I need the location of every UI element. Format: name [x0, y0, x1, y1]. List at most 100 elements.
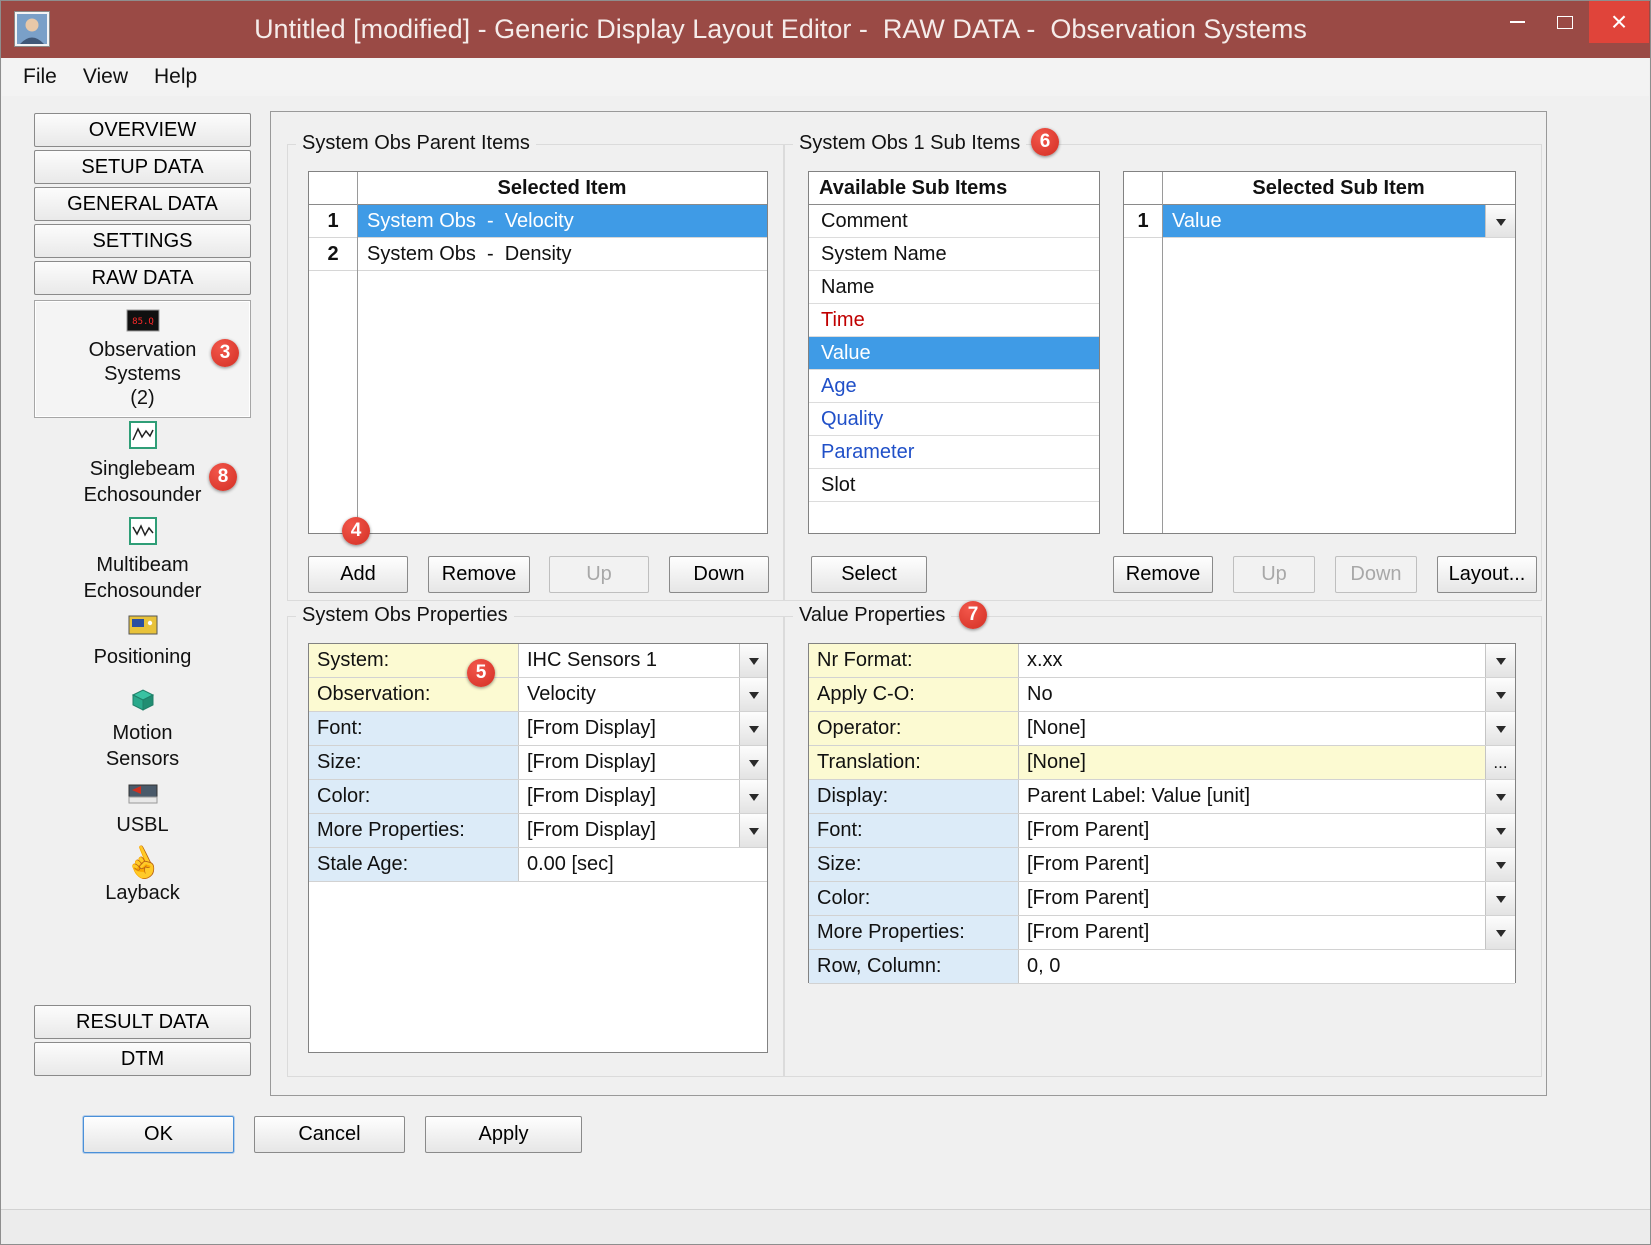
apply-button[interactable]: Apply — [425, 1116, 582, 1153]
row-label[interactable]: System Obs - Density — [357, 238, 767, 270]
menu-file[interactable]: File — [10, 58, 70, 96]
dropdown-button[interactable] — [1485, 712, 1515, 745]
table-row[interactable]: 1 System Obs - Velocity — [309, 205, 767, 238]
window-bottom-edge — [1, 1209, 1650, 1244]
list-item[interactable]: Quality — [809, 403, 1099, 436]
property-value[interactable]: No — [1019, 678, 1485, 711]
property-row: Nr Format: x.xx — [809, 644, 1515, 678]
list-item[interactable]: System Name — [809, 238, 1099, 271]
dropdown-button[interactable] — [1485, 814, 1515, 847]
dropdown-button[interactable] — [1485, 780, 1515, 813]
list-item[interactable]: Comment — [809, 205, 1099, 238]
property-value[interactable]: [From Parent] — [1019, 848, 1485, 881]
cancel-button[interactable]: Cancel — [254, 1116, 405, 1153]
up-button[interactable]: Up — [549, 556, 649, 593]
property-row: Operator: [None] — [809, 712, 1515, 746]
chevron-down-icon — [749, 726, 759, 738]
maximize-button[interactable] — [1541, 1, 1589, 43]
property-value[interactable]: 0, 0 — [1019, 950, 1515, 983]
dropdown-button[interactable] — [739, 644, 767, 677]
sidebar-tab-raw-data[interactable]: RAW DATA — [34, 261, 251, 295]
ok-button[interactable]: OK — [83, 1116, 234, 1153]
sidebar-item-label: Singlebeam — [90, 457, 196, 481]
list-item[interactable]: Parameter — [809, 436, 1099, 469]
app-icon — [14, 11, 50, 47]
column-header: Selected Item — [357, 172, 767, 204]
property-label: Nr Format: — [809, 644, 1019, 677]
property-label: Font: — [809, 814, 1019, 847]
close-button[interactable]: × — [1589, 1, 1649, 43]
list-item[interactable]: Age — [809, 370, 1099, 403]
table-row[interactable]: 1 Value — [1124, 205, 1515, 238]
property-value[interactable]: Parent Label: Value [unit] — [1019, 780, 1485, 813]
property-value[interactable]: [None] — [1019, 746, 1485, 779]
sidebar-item-multibeam-echosounder[interactable]: Multibeam Echosounder — [34, 517, 251, 603]
property-value[interactable]: [From Display] — [519, 746, 739, 779]
sidebar-item-motion-sensors[interactable]: Motion Sensors — [34, 687, 251, 771]
table-row[interactable]: 2 System Obs - Density — [309, 238, 767, 271]
main-panel: System Obs Parent Items Selected Item 1 … — [270, 111, 1547, 1096]
ellipsis-button[interactable]: ... — [1485, 746, 1515, 779]
down-sub-button[interactable]: Down — [1335, 556, 1417, 593]
dropdown-button[interactable] — [1485, 916, 1515, 949]
row-label[interactable]: System Obs - Velocity — [357, 205, 767, 237]
dropdown-button[interactable] — [739, 780, 767, 813]
list-item[interactable]: Value — [809, 337, 1099, 370]
property-value[interactable]: [From Parent] — [1019, 814, 1485, 847]
property-row: Font: [From Display] — [309, 712, 767, 746]
property-value[interactable]: IHC Sensors 1 — [519, 644, 739, 677]
singlebeam-echosounder-icon — [129, 421, 157, 455]
property-value[interactable]: Velocity — [519, 678, 739, 711]
property-value[interactable]: [From Parent] — [1019, 916, 1485, 949]
property-value[interactable]: 0.00 [sec] — [519, 848, 767, 881]
dropdown-button[interactable] — [739, 712, 767, 745]
dropdown-button[interactable] — [1485, 882, 1515, 915]
dropdown-button[interactable] — [739, 746, 767, 779]
sidebar-item-positioning[interactable]: Positioning — [34, 613, 251, 669]
group-title: System Obs Parent Items — [296, 132, 536, 155]
property-label: Translation: — [809, 746, 1019, 779]
dropdown-button[interactable] — [739, 678, 767, 711]
remove-button[interactable]: Remove — [428, 556, 530, 593]
property-row: Observation: Velocity — [309, 678, 767, 712]
row-number: 2 — [309, 238, 357, 270]
property-value[interactable]: [From Display] — [519, 814, 739, 847]
list-item[interactable]: Slot — [809, 469, 1099, 502]
sidebar-tab-settings[interactable]: SETTINGS — [34, 224, 251, 258]
row-label[interactable]: Value — [1162, 205, 1485, 237]
property-value[interactable]: [From Display] — [519, 780, 739, 813]
menu-help[interactable]: Help — [141, 58, 210, 96]
dropdown-button[interactable] — [739, 814, 767, 847]
sidebar-tab-result-data[interactable]: RESULT DATA — [34, 1005, 251, 1039]
select-button[interactable]: Select — [811, 556, 927, 593]
value-properties-grid: Nr Format: x.xx Apply C-O: No Operator: … — [808, 643, 1516, 983]
sidebar-item-usbl[interactable]: USBL — [34, 783, 251, 837]
down-button[interactable]: Down — [669, 556, 769, 593]
dropdown-button[interactable] — [1485, 644, 1515, 677]
property-value[interactable]: [None] — [1019, 712, 1485, 745]
sidebar-tab-general-data[interactable]: GENERAL DATA — [34, 187, 251, 221]
remove-sub-button[interactable]: Remove — [1113, 556, 1213, 593]
property-label: More Properties: — [309, 814, 519, 847]
chevron-down-icon — [1496, 828, 1506, 840]
sidebar-tab-dtm[interactable]: DTM — [34, 1042, 251, 1076]
dropdown-button[interactable] — [1485, 848, 1515, 881]
sidebar-tab-setup-data[interactable]: SETUP DATA — [34, 150, 251, 184]
property-value[interactable]: [From Display] — [519, 712, 739, 745]
group-obs-properties: System Obs Properties System: IHC Sensor… — [287, 616, 784, 1077]
add-button[interactable]: Add — [308, 556, 408, 593]
dropdown-button[interactable] — [1485, 205, 1515, 237]
list-item[interactable]: Time — [809, 304, 1099, 337]
menu-view[interactable]: View — [70, 58, 141, 96]
up-sub-button[interactable]: Up — [1233, 556, 1315, 593]
close-icon: × — [1611, 1, 1627, 43]
minimize-button[interactable] — [1493, 1, 1541, 43]
minimize-icon — [1510, 21, 1525, 23]
sidebar-tab-overview[interactable]: OVERVIEW — [34, 113, 251, 147]
sidebar-item-layback[interactable]: ☝ Layback — [34, 849, 251, 905]
list-item[interactable]: Name — [809, 271, 1099, 304]
property-value[interactable]: x.xx — [1019, 644, 1485, 677]
property-value[interactable]: [From Parent] — [1019, 882, 1485, 915]
dropdown-button[interactable] — [1485, 678, 1515, 711]
layout-button[interactable]: Layout... — [1437, 556, 1537, 593]
